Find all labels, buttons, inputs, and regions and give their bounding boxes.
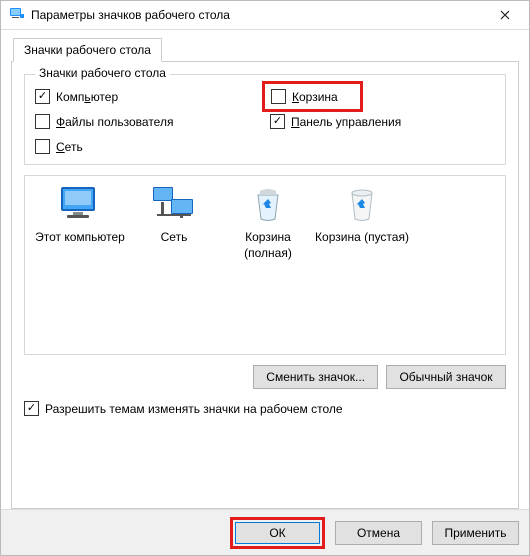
check-label: Разрешить темам изменять значки на рабоч… xyxy=(45,402,343,416)
preview-label: Этот компьютер xyxy=(35,230,125,246)
recycle-bin-empty-icon xyxy=(338,184,386,226)
titlebar: Параметры значков рабочего стола xyxy=(1,1,529,30)
check-label: Компьютер xyxy=(56,90,118,104)
cancel-button[interactable]: Отмена xyxy=(335,521,422,545)
icon-button-row: Сменить значок... Обычный значок xyxy=(22,365,508,389)
check-control-panel[interactable]: ✓ Панель управления xyxy=(270,114,495,129)
icon-preview: Этот компьютер Сеть xyxy=(24,175,506,355)
preview-network[interactable]: Сеть xyxy=(127,184,221,346)
dialog-footer: ОК Отмена Применить xyxy=(1,509,529,555)
window-title: Параметры значков рабочего стола xyxy=(31,8,483,22)
close-button[interactable] xyxy=(483,1,527,29)
app-icon xyxy=(9,6,25,25)
tabstrip: Значки рабочего стола xyxy=(11,38,519,62)
check-user-files[interactable]: Файлы пользователя xyxy=(35,114,260,129)
network-icon xyxy=(150,184,198,226)
tab-label: Значки рабочего стола xyxy=(24,43,151,57)
change-icon-button[interactable]: Сменить значок... xyxy=(253,365,378,389)
preview-this-pc[interactable]: Этот компьютер xyxy=(33,184,127,346)
preview-bin-full[interactable]: Корзина (полная) xyxy=(221,184,315,346)
button-label: ОК xyxy=(269,526,285,540)
tab-desktop-icons[interactable]: Значки рабочего стола xyxy=(13,38,162,62)
preview-label: Сеть xyxy=(161,230,188,246)
preview-bin-empty[interactable]: Корзина (пустая) xyxy=(315,184,409,346)
fieldset-legend: Значки рабочего стола xyxy=(35,66,170,80)
apply-button[interactable]: Применить xyxy=(432,521,519,545)
checkbox[interactable]: ✓ xyxy=(270,114,285,129)
recycle-bin-full-icon xyxy=(244,184,292,226)
tabpanel: Значки рабочего стола ✓ Компьютер Корзин… xyxy=(11,61,519,509)
highlight-recycle-bin: Корзина xyxy=(262,81,363,112)
check-label: Панель управления xyxy=(291,115,401,129)
dialog-window: Параметры значков рабочего стола Значки … xyxy=(0,0,530,556)
button-label: Отмена xyxy=(357,526,400,540)
desktop-icons-fieldset: Значки рабочего стола ✓ Компьютер Корзин… xyxy=(24,74,506,165)
checkbox[interactable]: ✓ xyxy=(24,401,39,416)
check-label: Сеть xyxy=(56,140,83,154)
checkbox[interactable]: ✓ xyxy=(35,89,50,104)
preview-label: Корзина (пустая) xyxy=(315,230,409,246)
preview-label: Корзина (полная) xyxy=(221,230,315,261)
client-area: Значки рабочего стола Значки рабочего ст… xyxy=(1,30,529,509)
default-icon-button[interactable]: Обычный значок xyxy=(386,365,506,389)
button-label: Сменить значок... xyxy=(266,370,365,384)
button-label: Обычный значок xyxy=(399,370,492,384)
button-label: Применить xyxy=(444,526,506,540)
check-network[interactable]: Сеть xyxy=(35,139,260,154)
monitor-icon xyxy=(56,184,104,226)
check-label: Корзина xyxy=(292,90,338,104)
check-label: Файлы пользователя xyxy=(56,115,173,129)
ok-button[interactable]: ОК xyxy=(235,522,320,544)
highlight-ok: ОК xyxy=(230,517,325,549)
checkbox[interactable] xyxy=(271,89,286,104)
check-recycle-bin[interactable]: Корзина xyxy=(271,89,338,104)
check-computer[interactable]: ✓ Компьютер xyxy=(35,89,260,104)
checkbox[interactable] xyxy=(35,139,50,154)
allow-themes-check[interactable]: ✓ Разрешить темам изменять значки на раб… xyxy=(22,401,508,416)
check-grid: ✓ Компьютер Корзина Файлы пользователя xyxy=(35,89,495,154)
checkbox[interactable] xyxy=(35,114,50,129)
